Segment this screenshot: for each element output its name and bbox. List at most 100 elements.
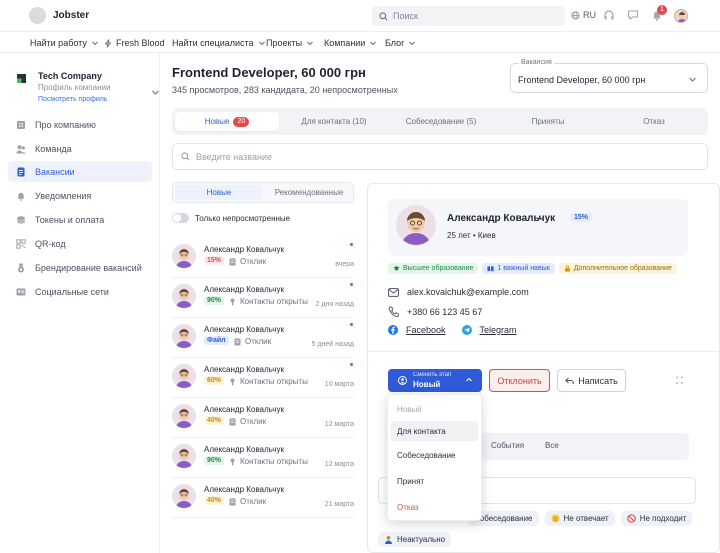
match-badge: Файл: [204, 336, 229, 345]
reject-button[interactable]: Отклонить: [489, 369, 550, 392]
candidate-row[interactable]: Александр Ковальчук 90% Контакты открыты 2 …: [172, 280, 354, 318]
vacancy-select-value: Frontend Developer, 60 000 грн: [518, 75, 646, 85]
company-name: Tech Company: [38, 71, 102, 81]
search-input[interactable]: [393, 11, 553, 21]
tab-interview[interactable]: Собеседование (5): [389, 112, 493, 131]
tab-rejected[interactable]: Отказ: [603, 112, 705, 131]
candidate-avatar: [172, 364, 196, 388]
dropdown-item-interview[interactable]: Собеседование: [391, 445, 478, 465]
chip-no-answer[interactable]: Не отвечает: [544, 511, 615, 526]
document-icon: [229, 418, 236, 425]
subtab-new[interactable]: Новые: [175, 185, 263, 200]
avatar-face-icon: [402, 212, 430, 245]
unviewed-toggle[interactable]: [172, 213, 189, 223]
candidate-name: Александр Ковальчук: [204, 245, 284, 254]
nav-find-job[interactable]: Найти работу: [30, 38, 99, 48]
sidebar-item-branding[interactable]: Брендирование вакансий: [8, 257, 152, 278]
change-stage-button[interactable]: Сменить этап Новый: [388, 369, 482, 392]
dropdown-item-rejected[interactable]: Отказ: [391, 497, 478, 517]
tags-row: Высшее образование 1 важный навык Дополн…: [388, 263, 677, 274]
global-search[interactable]: [372, 6, 565, 26]
sidebar-item-about[interactable]: Про компанию: [8, 114, 152, 135]
candidate-date: вчера: [335, 261, 354, 268]
sidebar: Tech Company Профиль компании Посмотреть…: [0, 53, 160, 553]
current-stage-value: Новый: [413, 380, 441, 389]
nav-blog[interactable]: Блог: [385, 38, 416, 48]
candidate-search[interactable]: [172, 143, 708, 170]
sidebar-item-notifications[interactable]: Уведомления: [8, 185, 152, 206]
person-icon: [385, 536, 392, 544]
candidate-name: Александр Ковальчук: [204, 405, 284, 414]
nav-projects[interactable]: Проекты: [266, 38, 314, 48]
vacancy-select[interactable]: Вакансия Frontend Developer, 60 000 грн: [510, 59, 708, 93]
candidate-name: Александр Ковальчук: [204, 325, 284, 334]
telegram-link[interactable]: Telegram: [480, 325, 517, 335]
qr-icon: [16, 238, 26, 249]
candidate-avatar: [172, 404, 196, 428]
sidebar-item-social[interactable]: Социальные сети: [8, 281, 152, 302]
team-icon: [16, 144, 26, 153]
tab-for-contact[interactable]: Для контакта (10): [282, 112, 386, 131]
phone-value[interactable]: +380 66 123 45 67: [407, 307, 482, 317]
sidebar-item-label: Команда: [35, 143, 72, 154]
nav-companies[interactable]: Компании: [324, 38, 377, 48]
match-badge: 15%: [204, 256, 225, 265]
sidebar-item-label: Про компанию: [35, 119, 96, 130]
drag-handle-icon[interactable]: [675, 375, 684, 386]
candidate-row[interactable]: Александр Ковальчук 40% Отклик 21 марта: [172, 480, 354, 518]
tab-accepted[interactable]: Приняты: [496, 112, 600, 131]
phone-icon: [388, 306, 399, 317]
candidate-row[interactable]: Александр Ковальчук 60% Контакты открыты 10…: [172, 360, 354, 398]
sidebar-item-label: Брендирование вакансий: [35, 262, 142, 273]
candidate-name: Александр Ковальчук: [204, 285, 284, 294]
chip-irrelevant[interactable]: Неактуально: [378, 532, 452, 547]
headphones-icon[interactable]: [603, 9, 615, 21]
sidebar-item-label: Уведомления: [35, 190, 92, 201]
tab-label: Собеседование (5): [405, 117, 477, 126]
dropdown-item-accepted[interactable]: Принят: [391, 471, 478, 491]
sidebar-item-team[interactable]: Команда: [8, 138, 152, 159]
chip-label: Собеседование: [474, 514, 533, 523]
candidate-row[interactable]: Александр Ковальчук 90% Контакты открыты 12…: [172, 440, 354, 478]
chip-label: Не отвечает: [563, 514, 609, 523]
sidebar-item-tokens[interactable]: Токены и оплата: [8, 209, 152, 230]
app-name[interactable]: Jobster: [53, 10, 89, 21]
dropdown-item-for-contact[interactable]: Для контакта: [391, 421, 478, 441]
logo-icon[interactable]: [29, 7, 46, 24]
contact-phone[interactable]: +380 66 123 45 67: [388, 306, 482, 317]
facebook-link[interactable]: Facebook: [406, 325, 446, 335]
write-button[interactable]: Написать: [557, 369, 626, 392]
tab-events[interactable]: События: [491, 441, 524, 450]
candidate-date: 5 дней назад: [311, 341, 354, 348]
subtab-recommended[interactable]: Рекомендованные: [265, 185, 353, 200]
id-card-icon: [16, 288, 26, 295]
candidate-age: 25 лет: [447, 231, 471, 240]
vacancy-title: Frontend Developer, 60 000 грн: [172, 65, 366, 80]
chat-icon[interactable]: [627, 9, 639, 21]
language-selector[interactable]: RU: [571, 10, 596, 20]
tab-badge: 20: [233, 116, 250, 127]
user-avatar[interactable]: [674, 9, 688, 23]
status-label: Контакты открыты: [240, 377, 308, 386]
chip-not-suitable[interactable]: Не подходит: [620, 511, 693, 526]
chevron-up-icon: [466, 377, 472, 382]
candidate-search-input[interactable]: [196, 151, 676, 162]
candidate-status: Отклик: [234, 337, 271, 346]
contact-email[interactable]: alex.kovalchuk@example.com: [388, 287, 529, 297]
candidate-row[interactable]: Александр Ковальчук 40% Отклик 12 марта: [172, 400, 354, 438]
tag-label: Дополнительное образование: [573, 265, 672, 272]
candidate-row[interactable]: Александр Ковальчук Файл Отклик 5 дней наза…: [172, 320, 354, 358]
sidebar-item-vacancies[interactable]: Вакансии: [8, 161, 152, 182]
chevron-down-icon: [258, 41, 265, 46]
email-value[interactable]: alex.kovalchuk@example.com: [407, 287, 529, 297]
candidate-row[interactable]: Александр Ковальчук 15% Отклик вчера: [172, 240, 354, 278]
chevron-down-icon[interactable]: [151, 88, 160, 97]
nav-find-specialist[interactable]: Найти специалиста: [172, 38, 266, 48]
facebook-icon: [388, 325, 398, 335]
sidebar-item-qr[interactable]: QR-код: [8, 233, 152, 254]
nav-fresh-blood[interactable]: Fresh Blood: [104, 38, 165, 48]
tab-all[interactable]: Все: [545, 441, 559, 450]
tab-new[interactable]: Новые 20: [175, 112, 279, 131]
view-profile-link[interactable]: Посмотреть профиль: [38, 96, 108, 103]
unread-dot: [350, 283, 353, 286]
